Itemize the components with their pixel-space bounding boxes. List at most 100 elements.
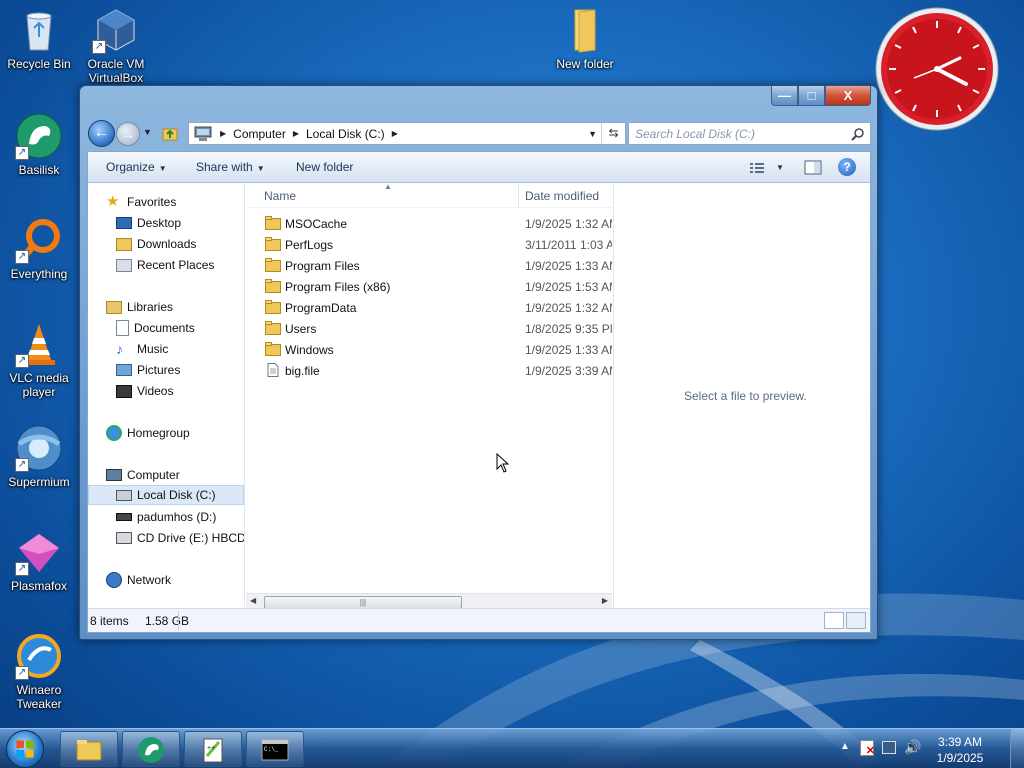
file-row[interactable]: Program Files 1/9/2025 1:33 AM xyxy=(246,255,612,276)
nav-favorites[interactable]: ★ Favorites xyxy=(106,192,176,212)
change-view-icon[interactable] xyxy=(749,157,765,177)
file-date: 1/9/2025 1:53 AM xyxy=(525,280,612,294)
desktop-icon-supermium[interactable]: ↗ Supermium xyxy=(0,424,78,489)
forward-button[interactable]: → xyxy=(116,122,140,146)
local-disk-icon xyxy=(116,489,132,501)
details-view-icon[interactable] xyxy=(824,612,844,629)
organize-button[interactable]: Organize ▼ xyxy=(106,160,167,174)
taskbar-notepadpp[interactable]: ++ xyxy=(184,731,242,767)
file-name: big.file xyxy=(285,364,320,378)
file-row[interactable]: Program Files (x86) 1/9/2025 1:53 AM xyxy=(246,276,612,297)
chevron-right-icon[interactable]: ▶ xyxy=(293,129,299,138)
close-button[interactable]: X xyxy=(825,86,871,106)
nav-homegroup[interactable]: Homegroup xyxy=(106,423,190,443)
svg-text:C:\_: C:\_ xyxy=(264,746,279,753)
tray-clock[interactable]: 3:39 AM 1/9/2025 xyxy=(930,734,990,766)
everything-search-icon: ↗ xyxy=(15,216,63,264)
desktop-icon-basilisk[interactable]: ↗ Basilisk xyxy=(0,112,78,177)
desktop-icon-plasmafox[interactable]: ↗ Plasmafox xyxy=(0,528,78,593)
desktop-icon-virtualbox[interactable]: ↗ Oracle VM VirtualBox xyxy=(77,6,155,85)
help-button[interactable]: ? xyxy=(838,158,856,176)
nav-d-drive[interactable]: padumhos (D:) xyxy=(116,507,216,527)
address-bar[interactable]: ▶ Computer ▶ Local Disk (C:) ▶ ▼ ⇆ xyxy=(188,122,626,145)
show-desktop-button[interactable] xyxy=(1010,729,1024,768)
file-name: Program Files xyxy=(285,259,360,273)
command-prompt-icon: C:\_ xyxy=(261,739,289,761)
nav-videos[interactable]: Videos xyxy=(116,381,173,401)
show-hidden-icons-button[interactable]: ▲ xyxy=(840,741,850,752)
file-list[interactable]: ▲ Name Date modified MSOCache 1/9/2025 1:… xyxy=(246,183,612,593)
file-name: Users xyxy=(285,322,317,336)
folder-icon xyxy=(265,342,281,356)
preview-pane: Select a file to preview. xyxy=(613,183,871,610)
back-button[interactable]: ← xyxy=(88,120,115,147)
chevron-right-icon[interactable]: ▶ xyxy=(392,129,398,138)
file-row[interactable]: big.file 1/9/2025 3:39 AM xyxy=(246,360,612,381)
file-row[interactable]: Windows 1/9/2025 1:33 AM xyxy=(246,339,612,360)
breadcrumb-computer[interactable]: Computer xyxy=(233,127,286,141)
file-name: PerfLogs xyxy=(285,238,334,252)
mouse-pointer-icon xyxy=(496,453,510,473)
folder-icon xyxy=(265,321,281,335)
file-row[interactable]: MSOCache 1/9/2025 1:32 AM xyxy=(246,213,612,234)
tray-date: 1/9/2025 xyxy=(936,751,984,765)
minimize-button[interactable]: — xyxy=(771,86,798,106)
documents-icon xyxy=(116,320,129,336)
folder-icon xyxy=(265,237,281,251)
share-with-button[interactable]: Share with ▼ xyxy=(196,160,265,174)
file-row[interactable]: Users 1/8/2025 9:35 PM xyxy=(246,318,612,339)
homegroup-icon xyxy=(106,425,122,441)
nav-documents[interactable]: Documents xyxy=(116,318,195,338)
start-button[interactable] xyxy=(6,730,44,768)
status-item-count: 8 items xyxy=(90,614,129,628)
downloads-folder-icon xyxy=(116,237,132,251)
taskbar-command-prompt[interactable]: C:\_ xyxy=(246,731,304,767)
file-row[interactable]: PerfLogs 3/11/2011 1:03 A xyxy=(246,234,612,255)
action-center-flag-icon[interactable]: ✕ xyxy=(860,740,875,757)
scroll-right-icon[interactable]: ▶ xyxy=(602,596,608,605)
nav-cd-drive[interactable]: CD Drive (E:) HBCD_ xyxy=(116,528,244,548)
preview-pane-icon[interactable] xyxy=(804,157,822,177)
nav-local-disk[interactable]: Local Disk (C:) xyxy=(88,485,244,505)
desktop-icon-new-folder[interactable]: New folder xyxy=(546,6,624,71)
maximize-button[interactable]: □ xyxy=(798,86,825,106)
nav-downloads[interactable]: Downloads xyxy=(116,234,196,254)
column-name[interactable]: Name xyxy=(264,189,296,203)
desktop-icon-recycle-bin[interactable]: Recycle Bin xyxy=(0,6,78,71)
desktop-icon-vlc[interactable]: ↗ VLC media player xyxy=(0,320,78,399)
view-options-dropdown-icon[interactable]: ▼ xyxy=(776,163,784,172)
large-icons-view-icon[interactable] xyxy=(846,612,866,629)
file-date: 1/9/2025 1:33 AM xyxy=(525,343,612,357)
basilisk-icon xyxy=(138,737,164,763)
desktop-icon-winaero-tweaker[interactable]: ↗ Winaero Tweaker xyxy=(0,632,78,711)
recent-pages-dropdown[interactable]: ▼ xyxy=(143,127,152,137)
taskbar-explorer[interactable] xyxy=(60,731,118,767)
nav-pictures[interactable]: Pictures xyxy=(116,360,180,380)
nav-network[interactable]: Network xyxy=(106,570,171,590)
column-date-modified[interactable]: Date modified xyxy=(525,189,599,203)
nav-recent-places[interactable]: Recent Places xyxy=(116,255,214,275)
folder-up-icon[interactable] xyxy=(162,125,178,141)
explorer-window[interactable]: — □ X ← → ▼ ▶ Computer ▶ Local Disk (C:)… xyxy=(79,85,878,640)
nav-libraries[interactable]: Libraries xyxy=(106,297,173,317)
desktop-icon-everything[interactable]: ↗ Everything xyxy=(0,216,78,281)
chevron-right-icon[interactable]: ▶ xyxy=(220,129,226,138)
file-row[interactable]: ProgramData 1/9/2025 1:32 AM xyxy=(246,297,612,318)
taskbar-basilisk[interactable] xyxy=(122,731,180,767)
nav-desktop[interactable]: Desktop xyxy=(116,213,181,233)
address-dropdown-icon[interactable]: ▼ xyxy=(588,129,597,139)
volume-icon[interactable]: 🔊 xyxy=(904,739,921,756)
nav-music[interactable]: ♪ Music xyxy=(116,339,168,359)
clock-gadget[interactable] xyxy=(874,6,1000,132)
explorer-folder-icon xyxy=(76,740,102,761)
breadcrumb-local-disk[interactable]: Local Disk (C:) xyxy=(306,127,385,141)
file-date: 3/11/2011 1:03 A xyxy=(525,238,612,252)
status-bar: 8 items 1.58 GB xyxy=(88,608,870,632)
network-status-icon[interactable] xyxy=(882,741,896,754)
nav-computer[interactable]: Computer xyxy=(106,465,180,485)
folder-icon xyxy=(265,279,281,293)
scroll-left-icon[interactable]: ◀ xyxy=(250,596,256,605)
search-input[interactable]: Search Local Disk (C:) xyxy=(628,122,871,145)
new-folder-button[interactable]: New folder xyxy=(296,160,353,174)
refresh-icon[interactable]: ⇆ xyxy=(601,123,625,144)
